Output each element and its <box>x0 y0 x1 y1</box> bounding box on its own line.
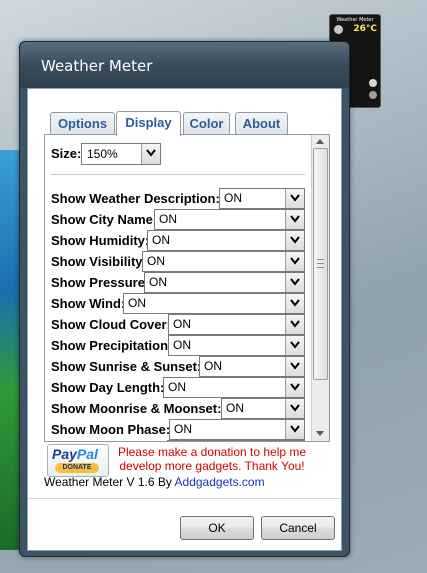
option-value: ON <box>224 191 242 205</box>
option-value: ON <box>173 317 191 331</box>
paypal-logo: PayPal <box>52 446 98 462</box>
scroll-up-arrow-icon[interactable] <box>316 138 324 144</box>
option-dropdown[interactable]: ON <box>168 314 305 335</box>
gadget-sun-icon <box>369 79 377 87</box>
display-option-row: Show Humidity: ON <box>51 230 305 251</box>
divider <box>51 174 305 175</box>
display-option-row: Show Precipitation: ON <box>51 335 305 356</box>
chevron-down-icon[interactable] <box>285 357 304 376</box>
size-value: 150% <box>87 147 118 161</box>
dialog-content: Options Display Color About Size: 150% S… <box>27 88 342 551</box>
option-label: Show Moonrise & Moonset: <box>51 401 222 416</box>
tab-display[interactable]: Display <box>116 111 181 136</box>
option-value: ON <box>159 212 177 226</box>
option-dropdown[interactable]: ON <box>219 188 305 209</box>
version-info: Weather Meter V 1.6 By Addgadgets.com <box>44 475 265 489</box>
website-link[interactable]: Addgadgets.com <box>175 475 265 489</box>
option-label: Show Sunrise & Sunset: <box>51 359 202 374</box>
option-value: ON <box>174 422 192 436</box>
display-option-row: Show Pressure: ON <box>51 272 305 293</box>
option-dropdown[interactable]: ON <box>147 230 305 251</box>
option-value: ON <box>147 254 165 268</box>
donate-message: Please make a donation to help me develo… <box>117 445 307 473</box>
scrollbar-grip-icon <box>317 259 324 268</box>
chevron-down-icon[interactable] <box>285 210 304 229</box>
donate-label: DONATE <box>55 463 99 473</box>
option-label: Show Pressure: <box>51 275 150 290</box>
option-dropdown[interactable]: ON <box>163 377 305 398</box>
option-label: Show Precipitation: <box>51 338 173 353</box>
tab-options[interactable]: Options <box>50 112 115 135</box>
gadget-temperature: 26°C <box>353 24 377 34</box>
display-option-row: Show Sunrise & Sunset: ON <box>51 356 305 377</box>
footer-divider <box>28 498 341 499</box>
size-dropdown[interactable]: 150% <box>81 143 161 165</box>
option-label: Show Cloud Cover: <box>51 317 171 332</box>
option-dropdown[interactable]: ON <box>169 419 305 440</box>
display-option-row: Show Last Update:ON <box>51 440 305 442</box>
option-dropdown[interactable]: ON <box>168 335 305 356</box>
option-label: Show Humidity: <box>51 233 150 248</box>
option-label: Show Weather Description: <box>51 191 220 206</box>
display-option-row: Show Moonrise & Moonset: ON <box>51 398 305 419</box>
chevron-down-icon[interactable] <box>141 144 160 164</box>
option-value: ON <box>152 233 170 247</box>
display-option-row: Show City Name: ON <box>51 209 305 230</box>
option-value: ON <box>168 380 186 394</box>
size-label: Size: <box>51 146 82 161</box>
option-value: ON <box>173 338 191 352</box>
cancel-button[interactable]: Cancel <box>261 516 335 540</box>
chevron-down-icon[interactable] <box>285 294 304 313</box>
scroll-down-arrow-icon[interactable] <box>316 431 324 437</box>
chevron-down-icon[interactable] <box>285 420 304 439</box>
display-option-row: Show Moon Phase: ON <box>51 419 305 440</box>
chevron-down-icon[interactable] <box>285 399 304 418</box>
chevron-down-icon[interactable] <box>285 252 304 271</box>
option-label: Show Day Length: <box>51 380 165 395</box>
option-value: ON <box>226 401 244 415</box>
scrollbar-thumb[interactable] <box>313 148 328 380</box>
window-title: Weather Meter <box>41 57 153 75</box>
option-dropdown[interactable]: ON <box>154 209 305 230</box>
display-option-row: Show Cloud Cover: ON <box>51 314 305 335</box>
option-dropdown[interactable]: ON <box>123 293 305 314</box>
gadget-moon-icon <box>369 91 377 99</box>
option-label: Show Wind: <box>51 296 126 311</box>
option-value: ON <box>204 359 222 373</box>
display-option-row: Show Weather Description: ON <box>51 188 305 209</box>
option-label: Show Moon Phase: <box>51 422 171 437</box>
chevron-down-icon[interactable] <box>285 378 304 397</box>
title-bar[interactable]: Weather Meter <box>20 42 349 88</box>
display-option-row: Show Visibility: ON <box>51 251 305 272</box>
chevron-down-icon[interactable] <box>285 189 304 208</box>
option-dropdown[interactable]: ON <box>167 440 305 442</box>
chevron-down-icon[interactable] <box>285 336 304 355</box>
option-dropdown[interactable]: ON <box>144 272 305 293</box>
display-settings-panel: Size: 150% Show Weather Description: ON Sh… <box>44 134 330 442</box>
chevron-down-icon[interactable] <box>285 441 304 442</box>
option-dropdown[interactable]: ON <box>142 251 305 272</box>
option-label: Show City Name: <box>51 212 158 227</box>
option-value: ON <box>149 275 167 289</box>
vertical-scrollbar[interactable] <box>311 135 329 441</box>
option-label: Show Visibility: <box>51 254 147 269</box>
ok-button[interactable]: OK <box>180 516 254 540</box>
option-value: ON <box>128 296 146 310</box>
tab-about[interactable]: About <box>235 112 288 135</box>
gadget-weather-icon <box>334 25 343 34</box>
tab-color[interactable]: Color <box>183 112 230 135</box>
gadget-title: Weather Meter <box>336 17 374 23</box>
option-dropdown[interactable]: ON <box>221 398 305 419</box>
paypal-donate-button[interactable]: PayPal DONATE <box>47 444 109 477</box>
display-option-row: Show Day Length: ON <box>51 377 305 398</box>
option-dropdown[interactable]: ON <box>199 356 305 377</box>
version-text: Weather Meter V 1.6 By <box>44 475 175 489</box>
display-option-row: Show Wind: ON <box>51 293 305 314</box>
chevron-down-icon[interactable] <box>285 273 304 292</box>
chevron-down-icon[interactable] <box>285 231 304 250</box>
chevron-down-icon[interactable] <box>285 315 304 334</box>
settings-dialog: Weather Meter Options Display Color Abou… <box>19 41 350 557</box>
